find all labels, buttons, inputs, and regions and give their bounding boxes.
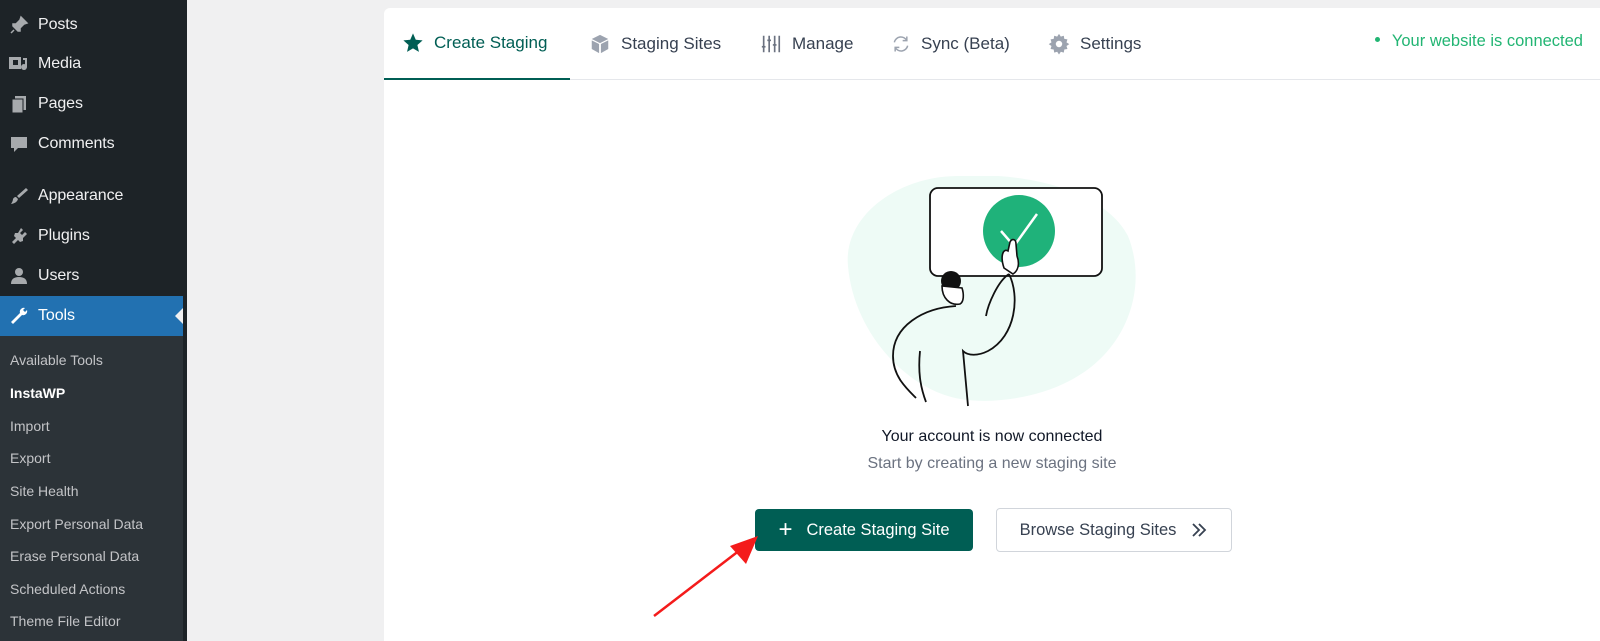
menu-item-users[interactable]: Users (0, 256, 183, 296)
sync-icon (891, 34, 911, 54)
brush-icon (0, 186, 38, 206)
menu-item-tools[interactable]: Tools (0, 296, 183, 336)
browse-staging-sites-button[interactable]: Browse Staging Sites (996, 508, 1232, 552)
admin-sidebar: Posts Media Pages Comments Appearance Pl… (0, 0, 187, 641)
sliders-icon (760, 33, 782, 55)
tab-bar: Create Staging Staging Sites Manage Sync… (384, 8, 1600, 80)
connected-subheading: Start by creating a new staging site (867, 455, 1117, 472)
tab-sync-beta[interactable]: Sync (Beta) (891, 8, 1010, 80)
plus-icon: + (778, 516, 793, 543)
user-icon (0, 266, 38, 286)
annotation-arrow (650, 530, 770, 625)
menu-item-pages[interactable]: Pages (0, 84, 183, 124)
submenu-export[interactable]: Export (10, 450, 50, 466)
menu-item-media[interactable]: Media (0, 44, 183, 84)
wrench-icon (0, 306, 38, 326)
connected-illustration (838, 175, 1148, 421)
submenu-import[interactable]: Import (10, 418, 50, 434)
submenu-available-tools[interactable]: Available Tools (10, 352, 103, 368)
media-icon (0, 54, 38, 74)
connection-status: Your website is connected (1374, 32, 1583, 51)
menu-item-posts[interactable]: Posts (0, 5, 183, 45)
pages-icon (0, 94, 38, 114)
submenu-instawp[interactable]: InstaWP (10, 385, 65, 401)
submenu-export-personal-data[interactable]: Export Personal Data (10, 516, 143, 532)
submenu-site-health[interactable]: Site Health (10, 483, 78, 499)
tab-staging-sites[interactable]: Staging Sites (589, 8, 721, 80)
instawp-panel: Create Staging Staging Sites Manage Sync… (384, 8, 1600, 641)
connected-heading: Your account is now connected (881, 428, 1103, 445)
menu-item-appearance[interactable]: Appearance (0, 176, 183, 216)
pin-icon (0, 15, 38, 35)
plug-icon (0, 226, 38, 246)
menu-item-comments[interactable]: Comments (0, 124, 183, 164)
submenu-scheduled-actions[interactable]: Scheduled Actions (10, 581, 125, 597)
create-staging-site-button[interactable]: + Create Staging Site (755, 509, 973, 551)
box-icon (589, 33, 611, 55)
submenu-erase-personal-data[interactable]: Erase Personal Data (10, 548, 139, 564)
submenu-theme-file-editor[interactable]: Theme File Editor (10, 613, 120, 629)
star-icon (402, 32, 424, 54)
double-chevron-right-icon (1190, 521, 1208, 539)
status-dot-icon (1374, 37, 1380, 43)
tab-settings[interactable]: Settings (1048, 8, 1141, 80)
comment-icon (0, 134, 38, 154)
menu-item-plugins[interactable]: Plugins (0, 216, 183, 256)
tools-submenu: Available Tools InstaWP Import Export Si… (0, 336, 183, 641)
gear-icon (1048, 33, 1070, 55)
tab-manage[interactable]: Manage (760, 8, 853, 80)
tab-create-staging[interactable]: Create Staging (384, 8, 570, 80)
